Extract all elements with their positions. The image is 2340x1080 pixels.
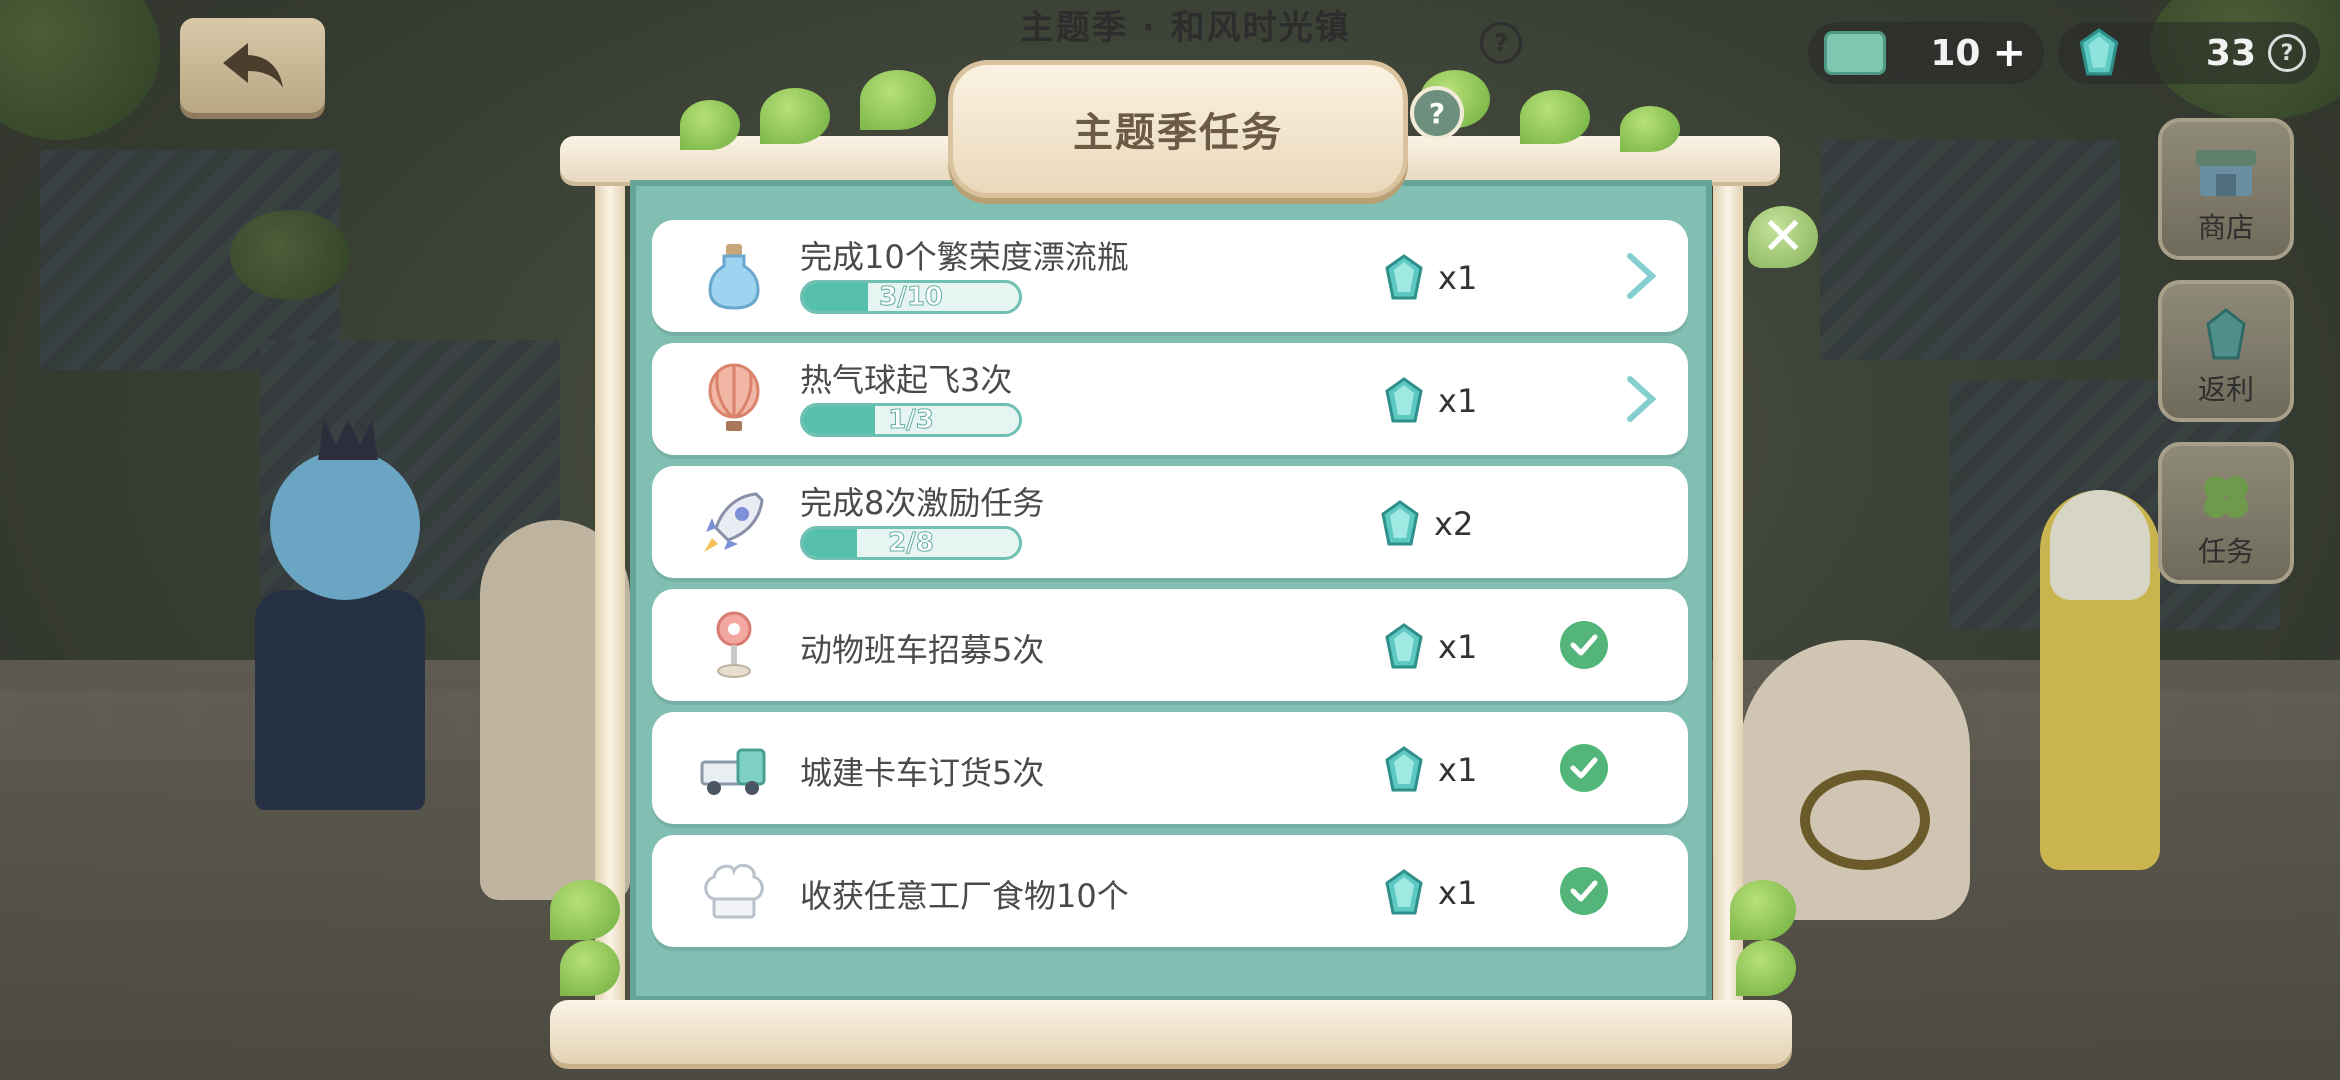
progress-bar: 1/3 [800,403,1022,437]
rocket-icon [704,492,764,552]
chevron-right-icon[interactable] [1612,248,1668,304]
shop-button[interactable]: 商店 [2158,118,2294,260]
leaf-decoration [1620,106,1680,152]
reward-count: x1 [1438,382,1478,420]
board-bottom-bar [550,1000,1792,1064]
gem-icon [1385,623,1423,669]
board-post-right [1713,175,1743,1013]
gem-counter[interactable]: 33 ? [2058,22,2320,84]
task-label: 任务 [2197,535,2254,568]
task-name: 完成8次激励任务 [800,484,1045,522]
gem-icon [1385,377,1423,423]
reward-count: x2 [1434,505,1474,543]
plus-icon[interactable]: + [1992,30,2026,76]
leaf-decoration [860,70,936,130]
completed-check-icon [1560,867,1608,915]
completed-check-icon [1560,621,1608,669]
dialog-title-plaque: 主题季任务 [948,60,1408,198]
gem-icon [2079,28,2119,76]
reward: x2 [1380,500,1473,548]
progress-bar: 2/8 [800,526,1022,560]
task-row[interactable]: 完成10个繁荣度漂流瓶 3/10 x1 [652,220,1688,332]
cash-amount: 10 [1930,32,1981,74]
leaf-decoration [1520,90,1590,144]
task-button[interactable]: 任务 [2158,442,2294,584]
reward: x1 [1384,869,1477,917]
close-button[interactable]: ✕ [1748,206,1818,268]
task-row: 城建卡车订货5次 x1 [652,712,1688,824]
leaf-decoration [680,100,740,150]
back-button[interactable] [180,18,325,113]
progress-text: 3/10 [879,282,944,312]
gem-help-icon[interactable]: ? [2268,34,2306,72]
season-title: 主题季 · 和风时光镇 [1020,8,1351,48]
hot-air-balloon-icon [708,363,760,431]
progress-text: 1/3 [888,405,935,435]
clover-icon [2204,476,2248,518]
dialog-help-icon[interactable]: ? [1410,86,1464,140]
leaf-decoration [560,940,620,996]
shop-icon [2196,150,2256,196]
gem-icon [1385,746,1423,792]
dialog-title: 主题季任务 [1073,110,1283,156]
cash-counter[interactable]: 10 + [1808,22,2044,84]
reward-count: x1 [1438,751,1478,789]
task-row: 动物班车招募5次 x1 [652,589,1688,701]
close-icon: ✕ [1761,207,1805,267]
leaf-decoration [760,88,830,144]
shop-label: 商店 [2197,211,2254,244]
truck-icon [700,748,766,795]
task-row[interactable]: 热气球起飞3次 1/3 x1 [652,343,1688,455]
reward: x1 [1384,377,1477,425]
progress-text: 2/8 [888,528,935,558]
task-row: 收获任意工厂食物10个 x1 [652,835,1688,947]
reward-count: x1 [1438,259,1478,297]
rebate-label: 返利 [2197,373,2254,406]
task-name: 城建卡车订货5次 [800,754,1045,792]
reward: x1 [1384,254,1477,302]
task-name: 完成10个繁荣度漂流瓶 [800,238,1129,276]
task-row: 完成8次激励任务 2/8 x2 [652,466,1688,578]
chef-hat-icon [704,863,764,919]
leaf-decoration [1736,940,1796,996]
leaf-decoration [1730,880,1796,940]
gem-amount: 33 [2205,32,2256,74]
gem-icon [1385,869,1423,915]
progress-bar: 3/10 [800,280,1022,314]
task-name: 热气球起飞3次 [800,361,1013,399]
leaf-decoration [550,880,620,940]
back-arrow-icon [222,43,283,88]
task-name: 收获任意工厂食物10个 [800,877,1129,915]
completed-check-icon [1560,744,1608,792]
bus-stop-sign-icon [716,611,752,678]
season-help-icon[interactable]: ? [1480,22,1522,64]
reward-count: x1 [1438,628,1478,666]
task-name: 动物班车招募5次 [800,631,1045,669]
reward: x1 [1384,623,1477,671]
cash-icon [1824,31,1886,75]
rebate-button[interactable]: 返利 [2158,280,2294,422]
reward: x1 [1384,746,1477,794]
gem-icon [1385,254,1423,300]
gem-icon [1381,500,1419,546]
gem-icon [2206,308,2246,360]
bottle-icon [708,244,760,310]
reward-count: x1 [1438,874,1478,912]
chevron-right-icon[interactable] [1612,371,1668,427]
